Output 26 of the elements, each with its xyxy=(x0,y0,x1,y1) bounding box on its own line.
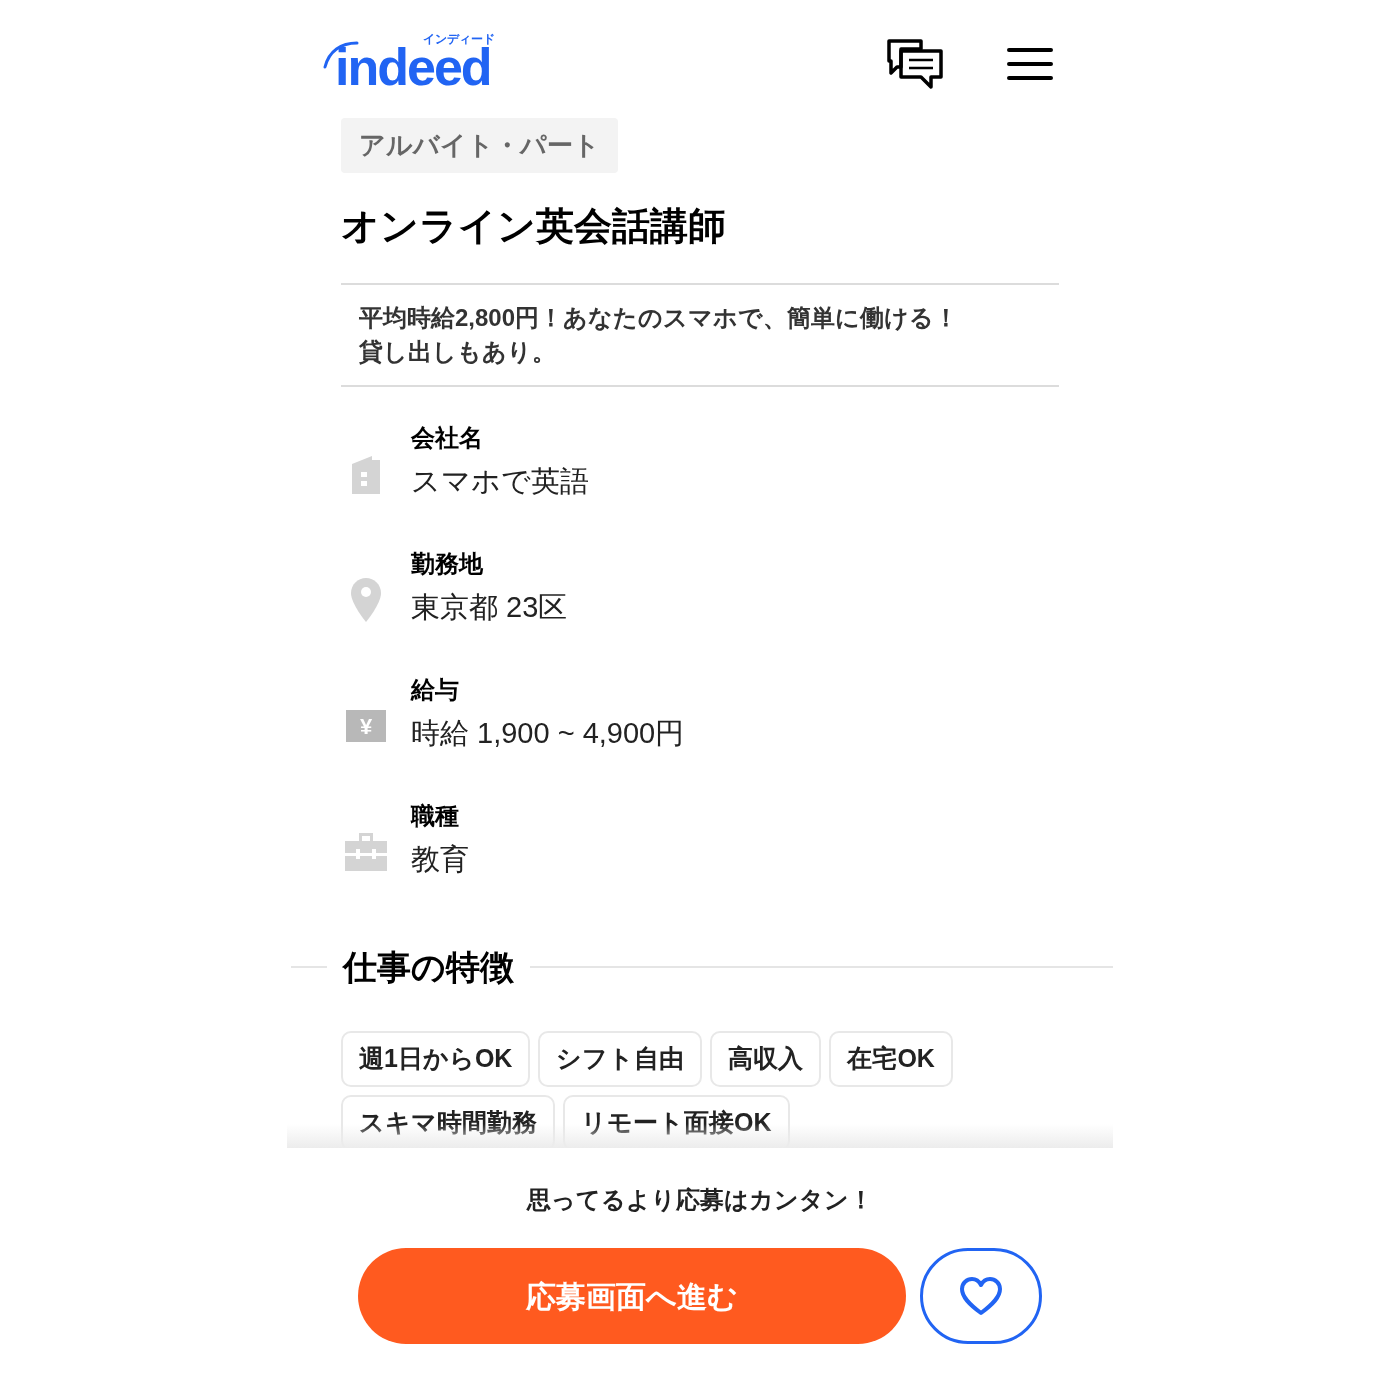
apply-button[interactable]: 応募画面へ進む xyxy=(358,1248,906,1344)
feature-tag: シフト自由 xyxy=(538,1030,703,1087)
detail-label: 会社名 xyxy=(411,422,484,453)
detail-label: 給与 xyxy=(411,675,460,705)
briefcase-icon xyxy=(345,833,387,872)
feature-tag: 高収入 xyxy=(710,1030,822,1087)
catchphrase-line: 平均時給2,800円！あなたのスマホで、簡単に働ける！ xyxy=(359,302,960,333)
detail-value: 教育 xyxy=(411,842,469,878)
feature-tag: 週1日からOK xyxy=(341,1030,531,1087)
detail-value: 東京都 23区 xyxy=(411,589,568,625)
building-icon xyxy=(350,453,382,494)
detail-label: 職種 xyxy=(411,801,460,832)
job-title: オンライン英会話講師 xyxy=(341,204,727,249)
apply-prompt: 思ってるより応募はカンタン！ xyxy=(527,1185,873,1215)
detail-label: 勤務地 xyxy=(411,548,484,579)
yen-icon: ¥ xyxy=(346,710,386,743)
employment-type-badge: アルバイト・パート xyxy=(341,118,618,173)
feature-tag: 在宅OK xyxy=(829,1030,953,1087)
detail-value: スマホで英語 xyxy=(411,463,589,499)
chat-icon[interactable] xyxy=(887,39,943,89)
section-heading: 仕事の特徴 xyxy=(343,946,514,988)
heart-icon xyxy=(959,1276,1003,1316)
catchphrase-line: 貸し出しもあり。 xyxy=(359,336,557,367)
detail-value: 時給 1,900 ~ 4,900円 xyxy=(411,716,685,751)
menu-icon[interactable] xyxy=(1007,47,1053,81)
location-pin-icon xyxy=(351,577,381,622)
